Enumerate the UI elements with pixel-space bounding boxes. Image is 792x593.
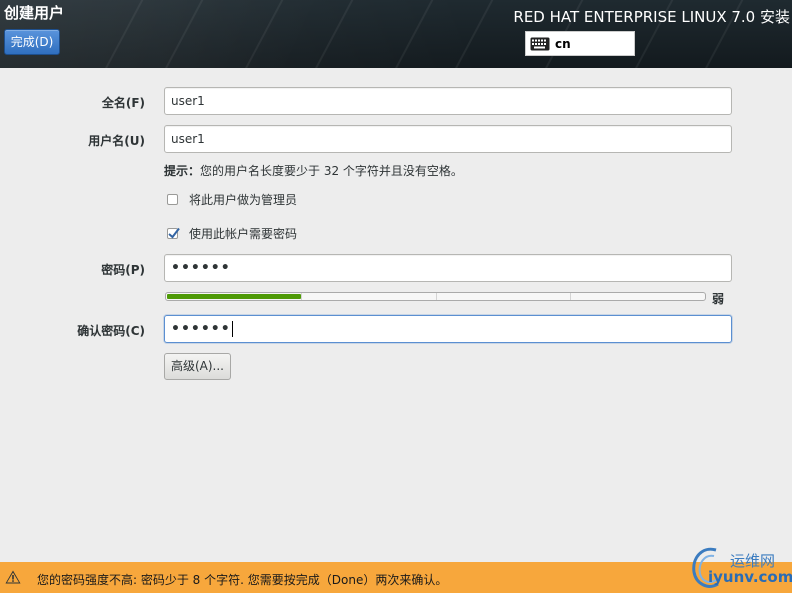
admin-checkbox-label: 将此用户做为管理员 — [189, 193, 298, 207]
strength-tick — [570, 293, 571, 300]
warning-icon — [5, 570, 21, 584]
confirm-password-input[interactable]: •••••• — [164, 315, 732, 343]
username-input[interactable]: user1 — [164, 125, 732, 153]
confirm-password-label: 确认密码(C) — [77, 324, 145, 338]
require-password-checkbox-row[interactable]: 使用此帐户需要密码 — [167, 225, 297, 242]
page-title: 创建用户 — [4, 4, 65, 22]
keyboard-icon — [530, 37, 550, 50]
password-input[interactable]: •••••• — [164, 254, 732, 282]
admin-checkbox[interactable] — [167, 194, 178, 205]
keyboard-layout-indicator[interactable]: cn — [525, 31, 635, 56]
password-strength-fill — [167, 294, 301, 299]
strength-tick — [436, 293, 437, 300]
advanced-button[interactable]: 高级(A)... — [164, 353, 231, 380]
username-label: 用户名(U) — [88, 134, 145, 148]
fullname-label: 全名(F) — [101, 96, 145, 110]
admin-checkbox-row[interactable]: 将此用户做为管理员 — [167, 191, 297, 208]
done-button[interactable]: 完成(D) — [4, 29, 60, 55]
require-password-checkbox[interactable] — [167, 227, 180, 239]
keyboard-layout-label: cn — [555, 36, 571, 51]
fullname-input[interactable]: user1 — [164, 87, 732, 115]
warning-bar[interactable]: 您的密码强度不高: 密码少于 8 个字符. 您需要按完成（Done）两次来确认。 — [0, 562, 792, 593]
strength-tick — [301, 293, 302, 300]
checkmark-icon — [168, 227, 180, 239]
watermark-url: iyunv.com — [708, 568, 792, 586]
text-cursor — [231, 321, 233, 337]
hint-text: 您的用户名长度要少于 32 个字符并且没有空格。 — [200, 164, 463, 178]
warning-message: 您的密码强度不高: 密码少于 8 个字符. 您需要按完成（Done）两次来确认。 — [37, 573, 448, 587]
password-strength-label: 弱 — [712, 292, 725, 306]
username-hint: 提示：您的用户名长度要少于 32 个字符并且没有空格。 — [164, 162, 463, 179]
site-watermark: 运维网 iyunv.com — [680, 542, 792, 592]
header-bar: 创建用户 完成(D) RED HAT ENTERPRISE LINUX 7.0 … — [0, 0, 792, 68]
password-label: 密码(P) — [101, 263, 145, 277]
product-title: RED HAT ENTERPRISE LINUX 7.0 安装 — [513, 8, 790, 26]
hint-prefix: 提示： — [164, 164, 201, 178]
password-strength-bar — [165, 292, 706, 301]
confirm-password-value: •••••• — [171, 321, 231, 337]
require-password-label: 使用此帐户需要密码 — [189, 227, 298, 241]
